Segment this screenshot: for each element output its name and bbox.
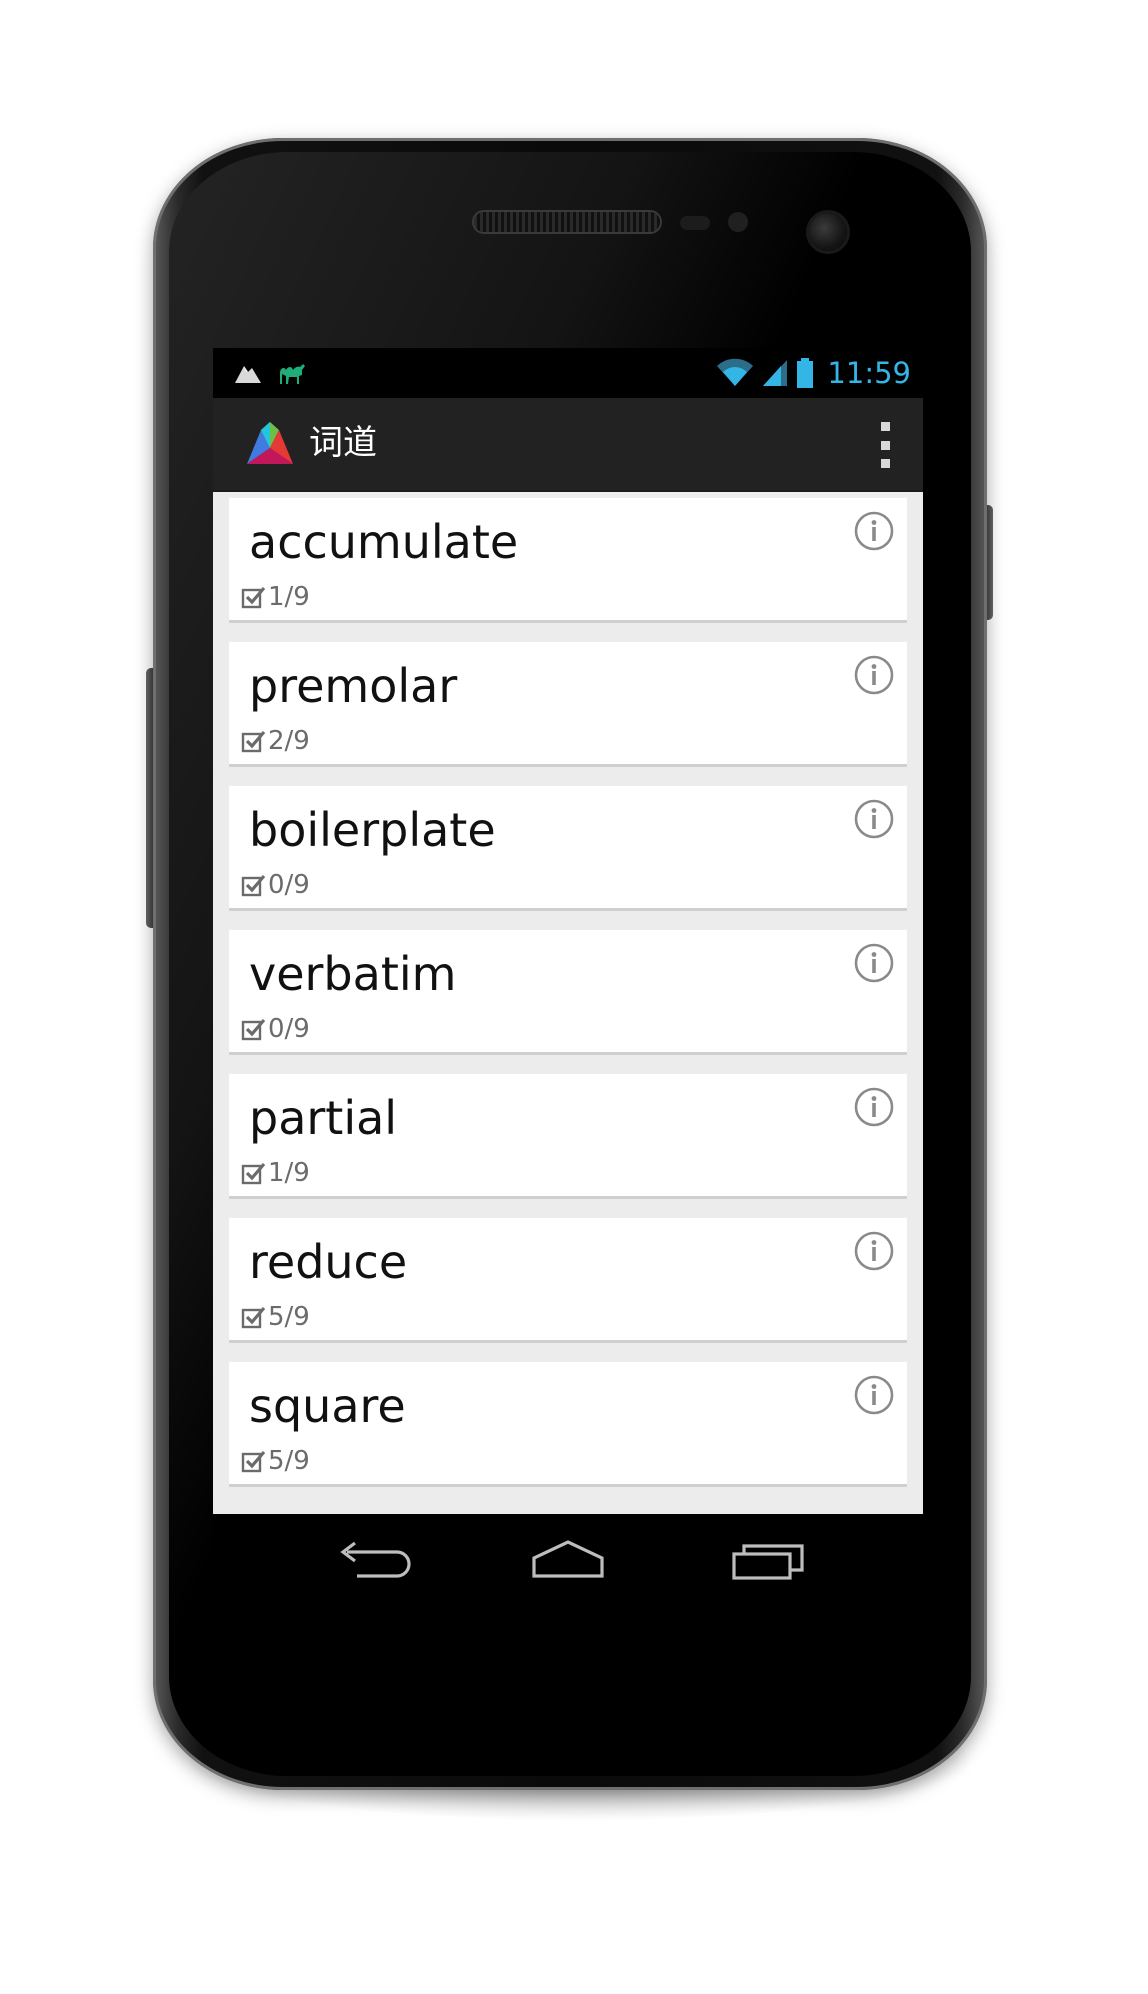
progress-indicator: 1/9 xyxy=(241,582,310,612)
checkbox-checked-icon xyxy=(241,730,266,753)
notification-camel-icon xyxy=(280,364,305,384)
info-icon[interactable] xyxy=(853,654,895,696)
list-item[interactable]: verbatim 0/9 xyxy=(229,930,907,1052)
list-item[interactable]: square 5/9 xyxy=(229,1362,907,1484)
word-list: accumulate 1/9 premolar 2/9 boilerplate … xyxy=(213,492,923,1514)
progress-indicator: 5/9 xyxy=(241,1446,310,1476)
info-icon[interactable] xyxy=(853,942,895,984)
battery-icon xyxy=(797,358,814,388)
earpiece-speaker xyxy=(474,212,660,232)
word-label: partial xyxy=(249,1091,398,1145)
checkbox-checked-icon xyxy=(241,874,266,897)
home-icon[interactable] xyxy=(528,1536,608,1586)
info-icon[interactable] xyxy=(853,1086,895,1128)
proximity-sensor xyxy=(680,216,710,230)
list-item[interactable]: premolar 2/9 xyxy=(229,642,907,764)
status-icons: 11:59 xyxy=(715,354,911,392)
list-item[interactable]: partial 1/9 xyxy=(229,1074,907,1196)
info-icon[interactable] xyxy=(853,798,895,840)
progress-text: 5/9 xyxy=(268,1446,310,1476)
info-icon[interactable] xyxy=(853,510,895,552)
word-label: square xyxy=(249,1379,406,1433)
progress-indicator: 0/9 xyxy=(241,1014,310,1044)
info-icon[interactable] xyxy=(853,1374,895,1416)
list-item[interactable]: reduce 5/9 xyxy=(229,1218,907,1340)
info-icon[interactable] xyxy=(853,1230,895,1272)
status-time: 11:59 xyxy=(827,356,911,390)
progress-text: 5/9 xyxy=(268,1302,310,1332)
word-label: premolar xyxy=(249,659,458,713)
screen: 11:59 词道 accumulate 1/9 premolar 2/9 boi… xyxy=(213,348,923,1608)
progress-text: 0/9 xyxy=(268,870,310,900)
app-title: 词道 xyxy=(309,423,377,463)
app-logo-icon[interactable] xyxy=(243,418,297,468)
word-label: reduce xyxy=(249,1235,408,1289)
overflow-menu-icon[interactable] xyxy=(873,422,897,468)
progress-text: 2/9 xyxy=(268,726,310,756)
word-label: verbatim xyxy=(249,947,457,1001)
signal-icon xyxy=(763,360,788,386)
recents-icon[interactable] xyxy=(728,1536,808,1586)
checkbox-checked-icon xyxy=(241,1450,266,1473)
progress-indicator: 1/9 xyxy=(241,1158,310,1188)
word-label: boilerplate xyxy=(249,803,496,857)
progress-indicator: 2/9 xyxy=(241,726,310,756)
word-label: accumulate xyxy=(249,515,519,569)
checkbox-checked-icon xyxy=(241,586,266,609)
action-bar: 词道 xyxy=(213,398,923,493)
wifi-icon xyxy=(717,358,754,386)
progress-text: 1/9 xyxy=(268,582,310,612)
notification-mountain-icon xyxy=(235,366,261,383)
checkbox-checked-icon xyxy=(241,1162,266,1185)
progress-text: 1/9 xyxy=(268,1158,310,1188)
progress-text: 0/9 xyxy=(268,1014,310,1044)
light-sensor xyxy=(728,212,748,232)
progress-indicator: 5/9 xyxy=(241,1302,310,1332)
stage: 11:59 词道 accumulate 1/9 premolar 2/9 boi… xyxy=(0,0,1148,1994)
list-item[interactable]: boilerplate 0/9 xyxy=(229,786,907,908)
checkbox-checked-icon xyxy=(241,1306,266,1329)
status-bar: 11:59 xyxy=(213,348,923,398)
front-camera xyxy=(809,213,847,251)
list-item[interactable]: accumulate 1/9 xyxy=(229,498,907,620)
progress-indicator: 0/9 xyxy=(241,870,310,900)
navigation-bar xyxy=(213,1514,923,1608)
back-icon[interactable] xyxy=(333,1536,413,1586)
checkbox-checked-icon xyxy=(241,1018,266,1041)
